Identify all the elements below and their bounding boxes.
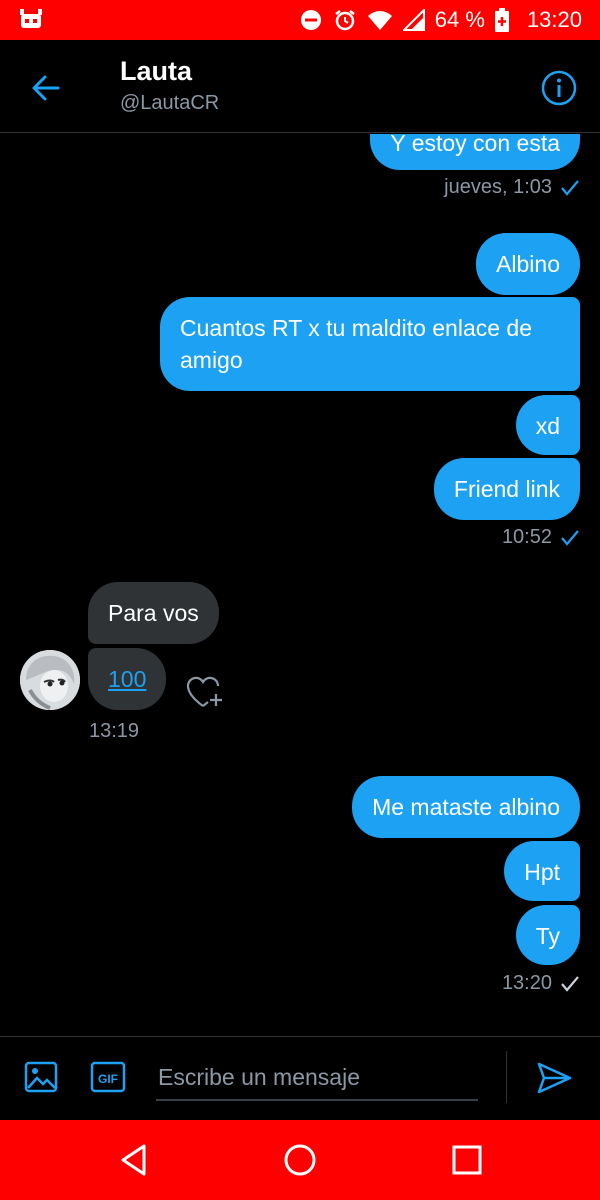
message-timestamp: 13:19 [89, 720, 139, 743]
alarm-icon [333, 8, 357, 32]
svg-text:GIF: GIF [98, 1072, 118, 1086]
outgoing-message[interactable]: Cuantos RT x tu maldito enlace de amigo [160, 297, 580, 391]
incoming-message[interactable]: Para vos [88, 582, 219, 644]
message-timestamp: 10:52 [502, 526, 580, 549]
info-icon[interactable] [540, 69, 578, 107]
timestamp-text: jueves, 1:03 [444, 176, 552, 198]
message-composer: GIF [0, 1036, 600, 1120]
check-icon [560, 529, 580, 547]
wifi-icon [367, 9, 393, 31]
do-not-disturb-icon [299, 8, 323, 32]
contact-name[interactable]: Lauta [120, 56, 192, 87]
like-heart-icon[interactable] [186, 674, 226, 710]
battery-percent: 64 % [434, 7, 485, 32]
message-input[interactable] [156, 1055, 478, 1101]
nav-back-icon[interactable] [116, 1142, 152, 1178]
app-notification-icon [18, 8, 44, 32]
image-icon[interactable] [23, 1059, 59, 1095]
message-link[interactable]: 100 [108, 666, 146, 692]
message-timestamp: jueves, 1:03 [444, 176, 580, 199]
outgoing-message[interactable]: Me mataste albino [352, 776, 580, 838]
timestamp-text: 13:19 [89, 720, 140, 742]
outgoing-message[interactable]: Ty [515, 905, 580, 965]
status-bar: 64 % 13:20 [0, 0, 600, 40]
navigation-bar [0, 1120, 600, 1200]
outgoing-message[interactable]: Hpt [504, 841, 580, 901]
conversation-header: Lauta @LautaCR [0, 40, 600, 133]
timestamp-text: 10:52 [501, 526, 552, 548]
gif-icon[interactable]: GIF [90, 1059, 126, 1095]
incoming-message[interactable]: 100 [88, 648, 167, 710]
check-icon [560, 179, 580, 197]
message-list[interactable]: Y estoy con esta jueves, 1:03 Albino Cua… [0, 134, 600, 1036]
check-icon [560, 975, 580, 993]
timestamp-text: 13:20 [501, 972, 552, 994]
nav-home-icon[interactable] [282, 1142, 318, 1178]
contact-handle: @LautaCR [120, 92, 220, 114]
message-timestamp: 13:20 [502, 972, 580, 995]
status-time: 13:20 [526, 7, 582, 32]
nav-recents-icon[interactable] [449, 1142, 485, 1178]
back-arrow-icon[interactable] [28, 70, 64, 106]
outgoing-message[interactable]: xd [515, 395, 580, 455]
signal-icon [402, 9, 425, 31]
outgoing-message[interactable]: Albino [476, 233, 580, 295]
avatar[interactable] [20, 650, 80, 710]
battery-icon [494, 8, 509, 32]
outgoing-message[interactable]: Friend link [433, 458, 580, 520]
send-icon[interactable] [535, 1059, 573, 1097]
composer-divider [506, 1051, 507, 1103]
outgoing-message[interactable]: Y estoy con esta [370, 134, 580, 170]
